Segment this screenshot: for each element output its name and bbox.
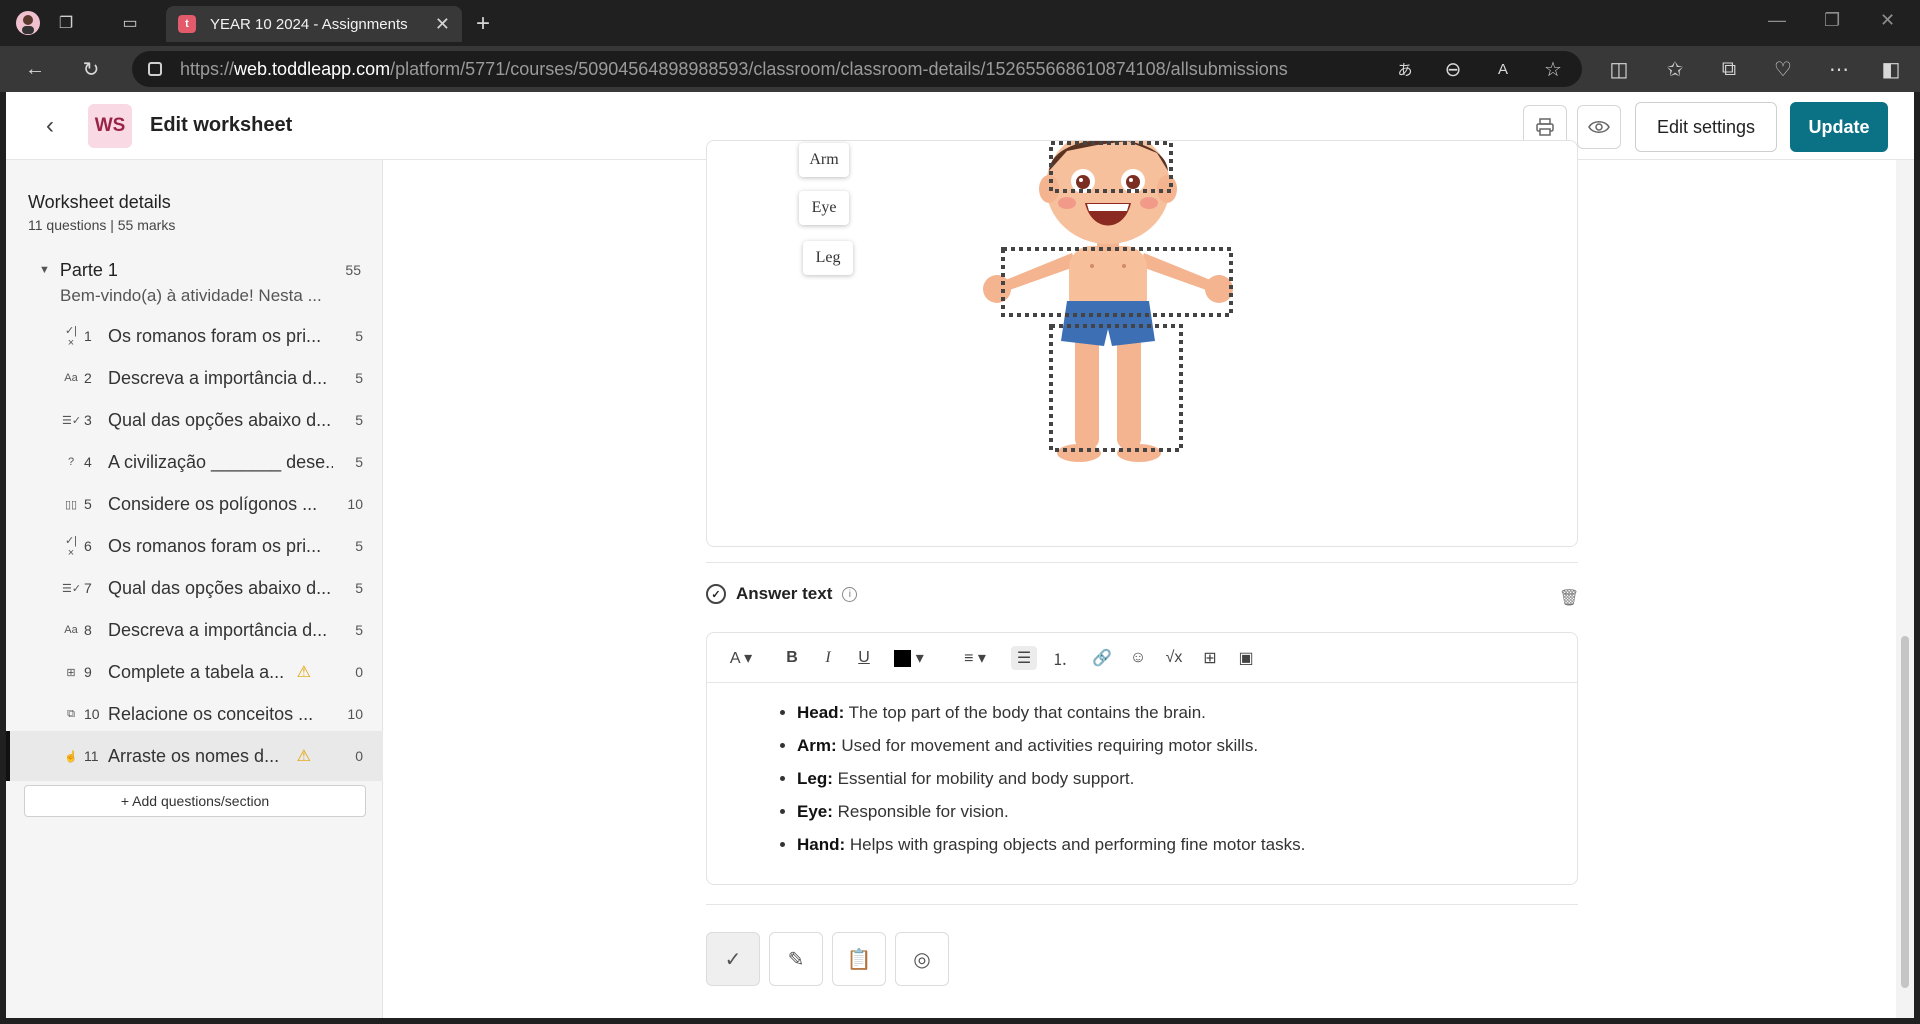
browser-address-bar: ← ↻ https://web.toddleapp.com/platform/5… <box>0 46 1920 92</box>
question-image-card: Arm Eye Leg <box>706 140 1578 547</box>
fill-blank-icon: ? <box>67 456 75 468</box>
restore-icon[interactable]: ❐ <box>1824 10 1840 31</box>
answer-text-heading: ✓ Answer text i <box>706 584 858 604</box>
sidebar-summary: 11 questions | 55 marks <box>28 217 176 233</box>
emoji-icon[interactable]: ☺ <box>1125 646 1151 670</box>
new-tab-icon[interactable]: + <box>476 10 490 38</box>
window-close-icon[interactable]: ✕ <box>1880 10 1895 31</box>
favorite-star-icon[interactable]: ☆ <box>1538 54 1568 84</box>
numbered-list-icon[interactable]: ⒈ <box>1047 646 1073 670</box>
question-item-11[interactable]: ☝ 11 Arraste os nomes d... ⚠ 0 <box>6 731 383 781</box>
url-text: https://web.toddleapp.com/platform/5771/… <box>180 58 1288 79</box>
minimize-icon[interactable]: — <box>1768 10 1786 31</box>
table-icon: ⊞ <box>66 666 76 679</box>
drag-hand-icon: ☝ <box>64 750 78 763</box>
edit-settings-button[interactable]: Edit settings <box>1635 102 1777 152</box>
true-false-icon: ✓|× <box>64 324 78 349</box>
scrollbar-thumb[interactable] <box>1901 636 1909 988</box>
sidebar-title: Worksheet details <box>28 192 171 212</box>
main-scrollbar[interactable] <box>1896 160 1914 1018</box>
delete-trash-icon[interactable]: 🗑 <box>1559 588 1579 608</box>
lock-icon <box>148 62 162 76</box>
list-item: Leg: Essential for mobility and body sup… <box>797 769 1305 789</box>
info-icon[interactable]: i <box>842 586 858 602</box>
font-size-dropdown-icon[interactable]: A ▾ <box>723 646 759 670</box>
warning-icon: ⚠ <box>296 664 311 681</box>
collections-icon[interactable]: ⧉ <box>1714 54 1744 84</box>
drag-label-leg[interactable]: Leg <box>803 241 853 275</box>
sidebar-toggle-icon[interactable]: ◧ <box>1876 54 1906 84</box>
caret-down-icon[interactable]: ▼ <box>39 264 50 276</box>
add-questions-button[interactable]: + Add questions/section <box>24 785 366 817</box>
toddle-favicon-icon: t <box>178 15 196 33</box>
check-circle-icon: ✓ <box>706 584 726 604</box>
worksheet-badge: WS <box>88 104 132 148</box>
underline-icon[interactable]: U <box>851 646 877 670</box>
italic-icon[interactable]: I <box>815 646 841 670</box>
plus-icon: + <box>120 793 133 809</box>
split-screen-icon[interactable]: ◫ <box>1604 54 1634 84</box>
list-item: Eye: Responsible for vision. <box>797 802 1305 822</box>
browser-essentials-icon[interactable]: ♡ <box>1768 54 1798 84</box>
align-dropdown-icon[interactable]: ≡ ▾ <box>955 646 995 670</box>
bullet-list-icon[interactable]: ☰ <box>1011 646 1037 670</box>
target-icon[interactable]: ◎ <box>895 932 949 986</box>
section-divider <box>706 562 1578 563</box>
true-false-icon: ✓|× <box>64 534 78 559</box>
note-icon[interactable]: ✎ <box>769 932 823 986</box>
page-title: Edit worksheet <box>150 114 293 136</box>
section-name: Parte 1 <box>59 259 118 280</box>
web-page: ‹ WS Edit worksheet Edit settings Update… <box>6 92 1914 1018</box>
list-item: Head: The top part of the body that cont… <box>797 703 1305 723</box>
translate-icon[interactable]: あ <box>1390 54 1420 84</box>
tab-actions-icon[interactable]: ▭ <box>116 9 144 37</box>
favorites-icon[interactable]: ✩ <box>1660 54 1690 84</box>
drag-label-eye[interactable]: Eye <box>799 191 849 225</box>
intro-item[interactable]: Bem-vindo(a) à atividade! Nesta ... <box>60 286 322 306</box>
multiple-choice-icon: ☰✓ <box>62 582 82 595</box>
preview-eye-icon[interactable] <box>1577 105 1621 149</box>
compare-icon: ▯▯ <box>64 498 78 511</box>
answer-rich-text-editor[interactable]: A ▾ B I U ▾ ≡ ▾ ☰ ⒈ 🔗 ☺ √x ⊞ ▣ Head: The… <box>706 632 1578 885</box>
close-tab-icon[interactable]: ✕ <box>435 14 450 35</box>
url-field[interactable]: https://web.toddleapp.com/platform/5771/… <box>132 51 1582 87</box>
update-button[interactable]: Update <box>1790 102 1888 152</box>
refresh-icon[interactable]: ↻ <box>76 54 106 84</box>
more-options-icon[interactable]: ⋯ <box>1824 54 1854 84</box>
multiple-choice-icon: ☰✓ <box>62 414 82 427</box>
image-insert-icon[interactable]: ▣ <box>1233 646 1259 670</box>
text-answer-icon: Aa <box>64 372 78 384</box>
section-divider <box>706 904 1578 905</box>
drag-label-arm[interactable]: Arm <box>799 143 849 177</box>
text-answer-icon: Aa <box>64 624 78 636</box>
list-item: Hand: Helps with grasping objects and pe… <box>797 835 1305 855</box>
table-insert-icon[interactable]: ⊞ <box>1197 646 1223 670</box>
section-marks: 55 <box>345 262 361 278</box>
bold-icon[interactable]: B <box>779 646 805 670</box>
back-arrow-icon[interactable]: ← <box>20 54 50 84</box>
answer-bullet-list: Head: The top part of the body that cont… <box>779 703 1305 868</box>
body-parts-illustration <box>983 141 1233 462</box>
match-icon: ⧉ <box>67 707 75 720</box>
worksheet-sidebar: Worksheet details 11 questions | 55 mark… <box>6 160 383 1018</box>
editor-toolbar: A ▾ B I U ▾ ≡ ▾ ☰ ⒈ 🔗 ☺ √x ⊞ ▣ <box>707 633 1577 683</box>
workspaces-icon[interactable]: ❐ <box>52 9 80 37</box>
formula-icon[interactable]: √x <box>1161 646 1187 670</box>
warning-icon: ⚠ <box>296 748 311 765</box>
browser-tab-bar: ❐ ▭ t YEAR 10 2024 - Assignments ✕ + — ❐… <box>0 0 1920 46</box>
clipboard-check-icon[interactable]: 📋 <box>832 932 886 986</box>
zoom-icon[interactable]: ⊖ <box>1438 54 1468 84</box>
link-icon[interactable]: 🔗 <box>1089 646 1115 670</box>
list-item: Arm: Used for movement and activities re… <box>797 736 1305 756</box>
browser-tab-active[interactable]: t YEAR 10 2024 - Assignments ✕ <box>166 6 462 42</box>
back-chevron-icon[interactable]: ‹ <box>46 112 54 140</box>
question-editor: Arm Eye Leg ✓ Answer text i 🗑 A ▾ B I U … <box>384 140 1892 1018</box>
read-aloud-icon[interactable]: A <box>1488 54 1518 84</box>
answer-key-check-icon[interactable]: ✓ <box>706 932 760 986</box>
text-color-icon[interactable]: ▾ <box>889 646 929 670</box>
tab-title: YEAR 10 2024 - Assignments <box>210 15 408 33</box>
profile-avatar-icon[interactable] <box>14 9 42 37</box>
